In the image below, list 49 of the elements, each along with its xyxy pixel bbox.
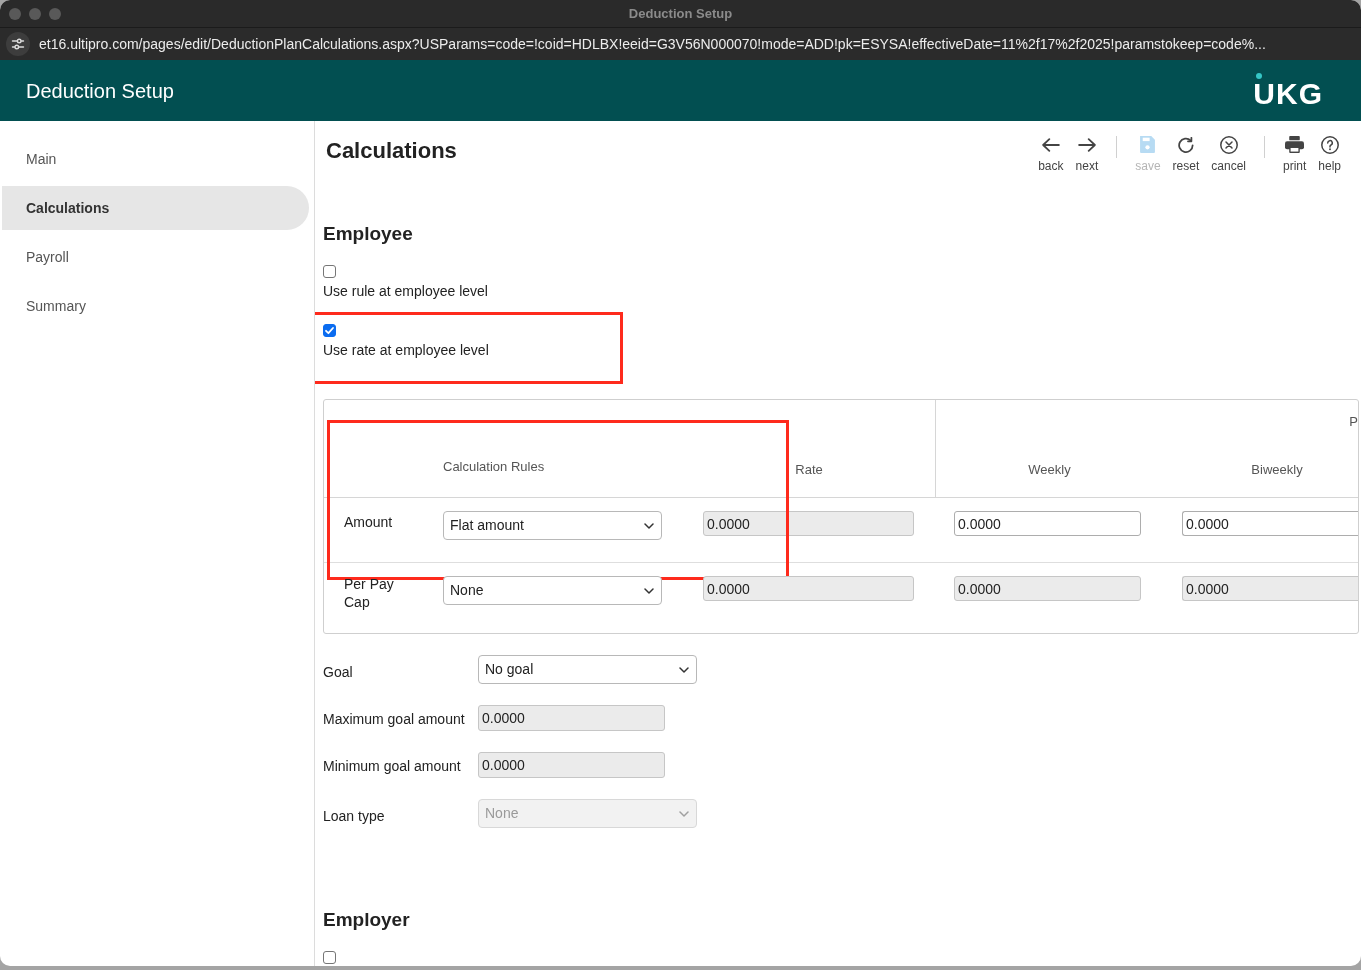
checkbox-label: Use rate at employee level (323, 341, 489, 360)
logo-dot-icon (1256, 72, 1263, 79)
printer-icon (1285, 136, 1305, 153)
field-label: Minimum goal amount (323, 758, 461, 774)
column-header: Weekly (1028, 462, 1071, 478)
refresh-icon (1177, 136, 1194, 153)
column-header: Rate (795, 462, 823, 478)
page-title: Calculations (326, 137, 457, 165)
site-settings-icon[interactable] (6, 32, 30, 56)
chevron-down-icon (679, 666, 689, 673)
left-arrow-icon (1041, 137, 1060, 152)
amount-input[interactable]: 0.0000 (1182, 511, 1358, 536)
field-label: Maximum goal amount (323, 711, 465, 727)
field-label: Goal (323, 664, 353, 680)
sidebar-item[interactable]: Calculations (2, 186, 309, 230)
reset-button[interactable]: reset (1166, 135, 1206, 174)
column-header: Biweekly (1251, 462, 1303, 478)
logo: UKG (1253, 78, 1323, 109)
column-group-header: P (1349, 414, 1358, 430)
chevron-down-icon (644, 522, 654, 529)
rule-dropdown[interactable]: Flat amount (443, 511, 662, 540)
sidebar-item[interactable]: Payroll (2, 235, 309, 279)
checkbox[interactable] (323, 951, 336, 964)
column-header: Calculation Rules (443, 459, 545, 474)
checkbox[interactable] (323, 265, 336, 278)
print-button[interactable]: print (1276, 135, 1313, 174)
chevron-down-icon (679, 810, 689, 817)
rule-dropdown[interactable]: None (443, 576, 662, 605)
next-button[interactable]: next (1069, 135, 1105, 174)
checkbox[interactable] (323, 324, 336, 337)
circled-x-icon (1219, 135, 1238, 154)
section-heading: Employer (323, 908, 410, 932)
row-label: Amount (344, 513, 393, 531)
window-title: Deduction Setup (628, 4, 733, 23)
checkbox-label: Use rule at employee level (323, 282, 488, 301)
app-title: Deduction Setup (26, 78, 174, 104)
help-icon (1320, 135, 1339, 154)
chevron-down-icon (644, 587, 654, 594)
field-label: Loan type (323, 808, 385, 824)
row-label: Per Pay Cap (344, 575, 395, 611)
section-heading: Employee (323, 222, 413, 246)
sidebar-item[interactable]: Main (2, 137, 309, 181)
right-arrow-icon (1077, 137, 1096, 152)
help-button[interactable]: help (1312, 135, 1347, 174)
sidebar-item[interactable]: Summary (2, 284, 309, 328)
dropdown[interactable]: No goal (478, 655, 697, 684)
cancel-button[interactable]: cancel (1205, 135, 1252, 174)
back-button[interactable]: back (1032, 135, 1070, 174)
amount-input[interactable]: 0.0000 (954, 511, 1141, 536)
